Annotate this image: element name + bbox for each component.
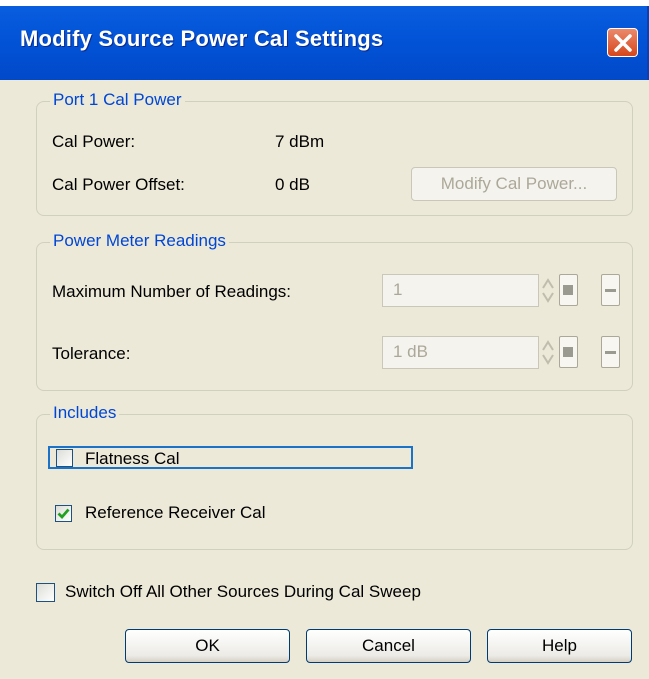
reference-receiver-cal-checkbox[interactable] [55, 505, 72, 522]
close-icon [614, 34, 632, 52]
max-readings-stepper-button[interactable] [559, 274, 578, 306]
cal-power-value: 7 dBm [275, 132, 325, 151]
max-readings-minus-button[interactable] [601, 274, 620, 306]
cal-power-offset-value: 0 dB [275, 175, 310, 194]
window-title: Modify Source Power Cal Settings [20, 26, 384, 51]
cal-power-offset-label: Cal Power Offset: [52, 175, 185, 194]
flatness-cal-checkbox[interactable] [56, 449, 73, 467]
title-bar[interactable]: Modify Source Power Cal Settings [0, 0, 649, 80]
square-icon [563, 285, 573, 295]
power-meter-readings-legend: Power Meter Readings [50, 231, 229, 251]
switch-off-sources-label[interactable]: Switch Off All Other Sources During Cal … [65, 582, 421, 602]
minus-icon [605, 351, 616, 354]
dialog-window: Modify Source Power Cal Settings Port 1 … [0, 0, 649, 679]
close-button[interactable] [607, 28, 638, 57]
tolerance-label: Tolerance: [52, 344, 131, 363]
max-readings-spinner[interactable] [541, 274, 555, 307]
includes-legend: Includes [50, 403, 120, 423]
cancel-button[interactable]: Cancel [306, 629, 471, 663]
max-readings-label: Maximum Number of Readings: [52, 282, 292, 301]
includes-group [36, 414, 633, 550]
tolerance-spinner[interactable] [541, 336, 555, 369]
checkmark-icon [57, 508, 70, 520]
port-cal-power-legend: Port 1 Cal Power [50, 90, 185, 110]
tolerance-minus-button[interactable] [601, 336, 620, 368]
tolerance-stepper-button[interactable] [559, 336, 578, 368]
modify-cal-power-button[interactable]: Modify Cal Power... [411, 167, 617, 201]
cal-power-label: Cal Power: [52, 132, 136, 151]
reference-receiver-cal-label[interactable]: Reference Receiver Cal [85, 503, 265, 523]
help-button[interactable]: Help [487, 629, 632, 663]
minus-icon [605, 289, 616, 292]
square-icon [563, 347, 573, 357]
switch-off-sources-checkbox[interactable] [36, 583, 55, 602]
max-readings-input[interactable]: 1 [382, 274, 539, 307]
ok-button[interactable]: OK [125, 629, 290, 663]
flatness-cal-label[interactable]: Flatness Cal [85, 449, 179, 469]
tolerance-input[interactable]: 1 dB [382, 336, 539, 369]
